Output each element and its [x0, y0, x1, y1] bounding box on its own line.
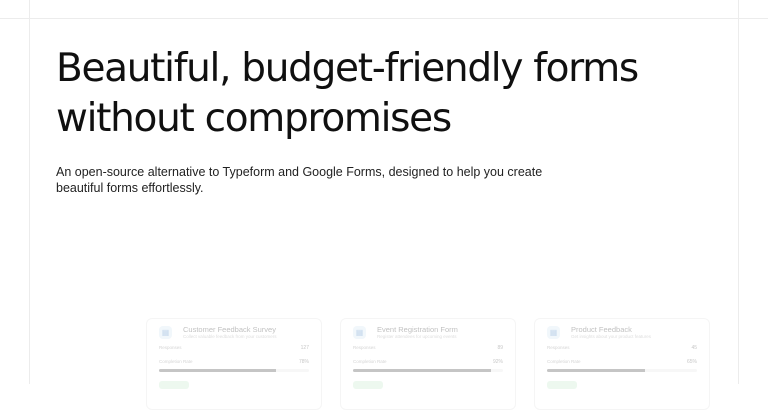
completion-progress-fill [353, 369, 491, 372]
responses-label: Responses [547, 345, 570, 350]
status-badge [159, 381, 189, 389]
form-card[interactable]: ▦ Customer Feedback Survey Collect valua… [146, 318, 322, 410]
status-badge [353, 381, 383, 389]
form-card-description: Get insights about your product features [571, 334, 652, 339]
hero-subtitle-line-1: An open-source alternative to Typeform a… [56, 165, 543, 179]
completion-progress-bar [547, 369, 697, 372]
form-icon: ▦ [353, 326, 366, 339]
form-card-description: Register attendees for upcoming events [377, 334, 457, 339]
form-card-title: Event Registration Form [377, 325, 458, 334]
dashboard-preview: ▦ Customer Feedback Survey Collect valua… [0, 300, 768, 410]
responses-count: 89 [497, 345, 503, 351]
completion-label: Completion Rate [547, 359, 581, 364]
responses-count: 127 [300, 345, 309, 351]
responses-label: Responses [159, 345, 182, 350]
form-card[interactable]: ▦ Event Registration Form Register atten… [340, 318, 516, 410]
completion-progress-fill [547, 369, 645, 372]
hero-subtitle-line-2: beautiful forms effortlessly. [56, 181, 204, 195]
completion-progress-fill [159, 369, 276, 372]
completion-rate: 65% [686, 359, 697, 365]
hero-headline: Beautiful, budget-friendly forms without… [56, 44, 716, 144]
hero-headline-line-1: Beautiful, budget-friendly forms [56, 46, 639, 91]
hero-subtitle: An open-source alternative to Typeform a… [56, 164, 543, 196]
form-card-title: Product Feedback [571, 325, 632, 334]
completion-progress-bar [159, 369, 309, 372]
completion-rate: 78% [298, 359, 309, 365]
form-icon: ▦ [547, 326, 560, 339]
form-card[interactable]: ▦ Product Feedback Get insights about yo… [534, 318, 710, 410]
responses-count: 45 [691, 345, 697, 351]
form-icon: ▦ [159, 326, 172, 339]
form-card-title: Customer Feedback Survey [183, 325, 276, 334]
top-guide-line [0, 18, 768, 19]
status-badge [547, 381, 577, 389]
responses-label: Responses [353, 345, 376, 350]
completion-label: Completion Rate [159, 359, 193, 364]
hero-headline-line-2: without compromises [56, 96, 452, 141]
form-card-description: Collect valuable feedback from your cust… [183, 334, 277, 339]
completion-rate: 92% [492, 359, 503, 365]
hero-section: Beautiful, budget-friendly forms without… [56, 44, 716, 196]
completion-progress-bar [353, 369, 503, 372]
completion-label: Completion Rate [353, 359, 387, 364]
